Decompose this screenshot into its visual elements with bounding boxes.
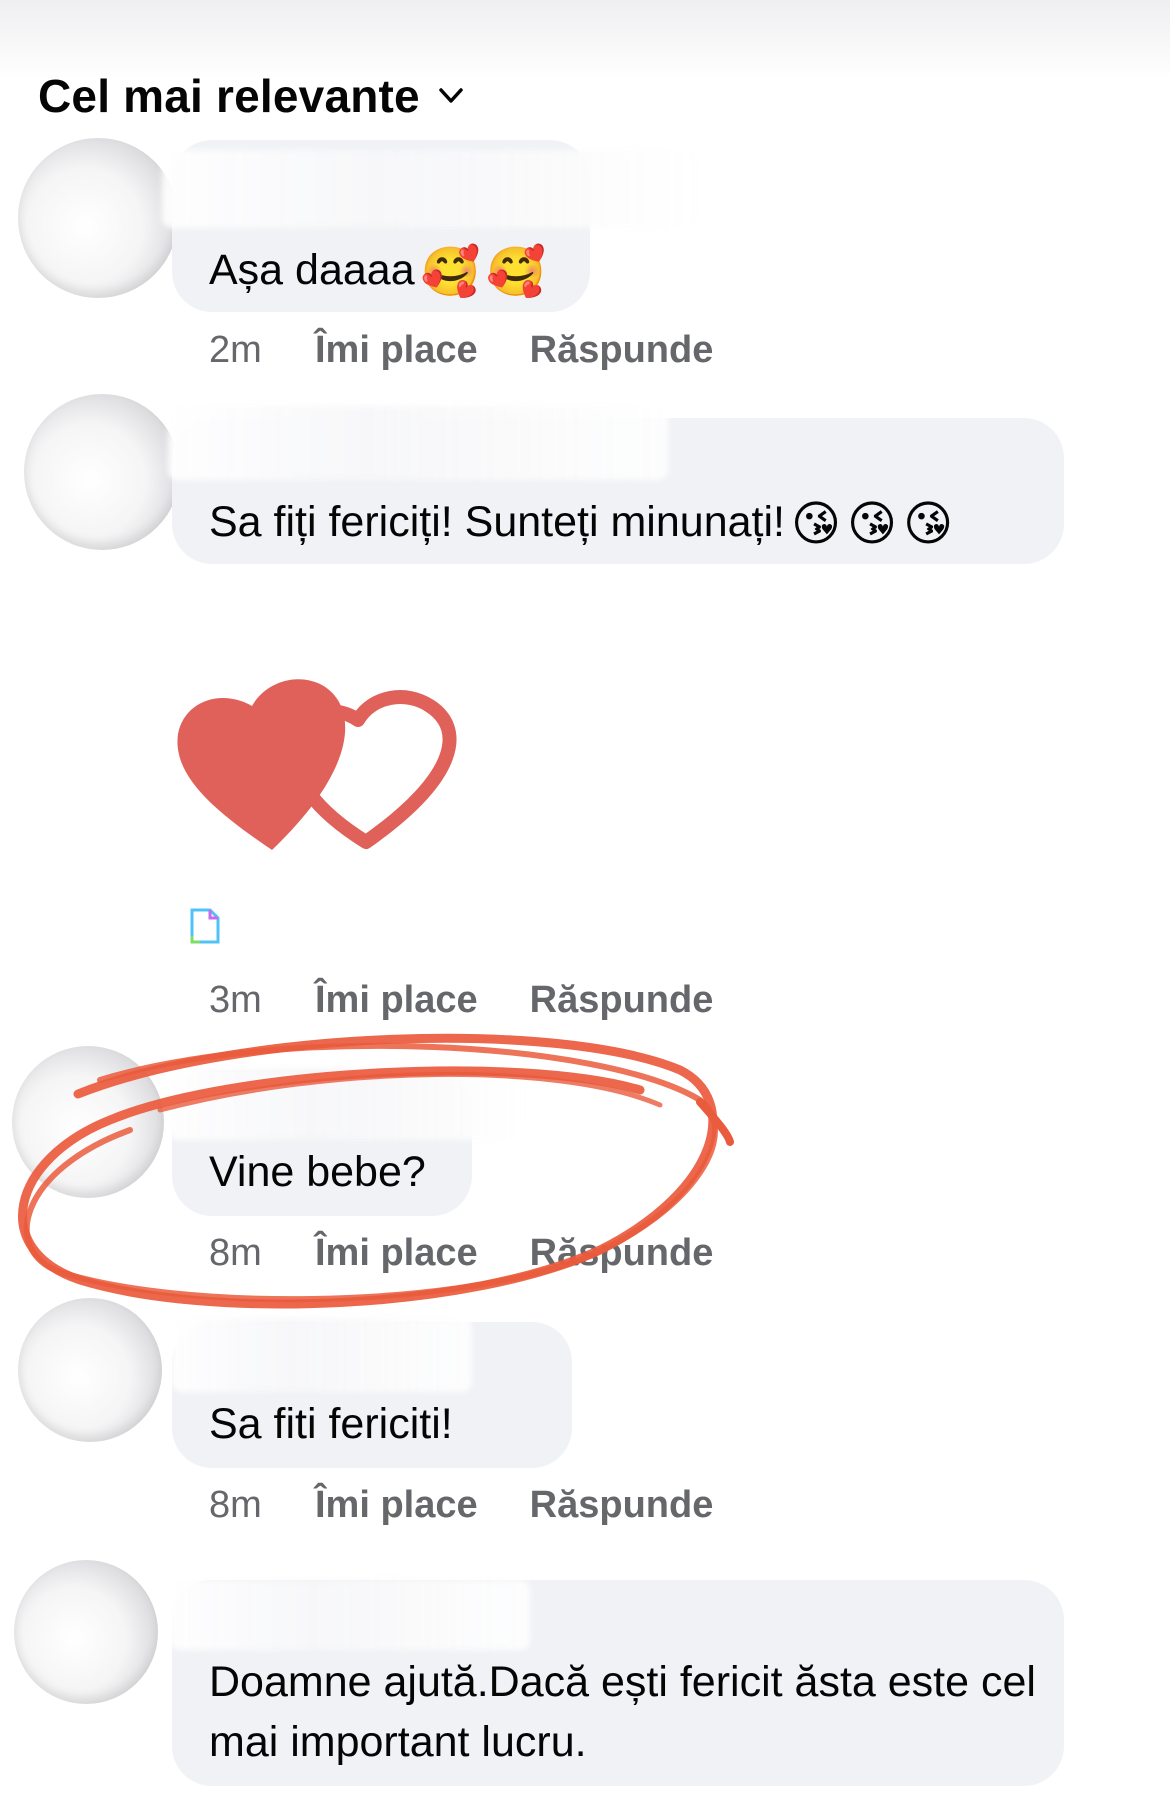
reply-button[interactable]: Răspunde — [530, 1484, 714, 1527]
author-name-redacted[interactable] — [162, 150, 702, 228]
comment-time: 3m — [209, 978, 262, 1021]
author-name-redacted[interactable] — [172, 1318, 472, 1392]
avatar[interactable] — [12, 1046, 164, 1198]
avatar[interactable] — [18, 1298, 162, 1442]
like-button[interactable]: Îmi place — [315, 1484, 478, 1527]
face-blowing-kiss-emoji: 😘 — [847, 498, 898, 551]
comment-body: Sa fiti fericiti! — [209, 1400, 453, 1448]
author-name-redacted[interactable] — [168, 1068, 528, 1140]
face-blowing-kiss-emoji: 😘 — [790, 498, 842, 551]
like-button[interactable]: Îmi place — [315, 329, 478, 372]
comment-text: Doamne ajută.Dacă ești fericit ăsta este… — [209, 1652, 1039, 1772]
hearts-sticker[interactable] — [168, 672, 508, 862]
comment-body: Sa fiți fericiți! Sunteți minunați! — [209, 498, 785, 546]
smiling-face-hearts-emoji: 🥰 — [420, 246, 481, 299]
sort-dropdown[interactable]: Cel mai relevante — [38, 66, 464, 126]
comment-body: Așa daaaa — [209, 246, 415, 294]
comment-text: Vine bebe? — [209, 1142, 426, 1202]
comment-actions: 8m Îmi place Răspunde — [209, 1228, 713, 1278]
avatar[interactable] — [18, 138, 178, 298]
comment-body: Doamne ajută.Dacă ești fericit ăsta este… — [209, 1658, 1036, 1766]
comment-body: Vine bebe? — [209, 1148, 426, 1196]
reply-button[interactable]: Răspunde — [530, 979, 714, 1022]
avatar[interactable] — [14, 1560, 158, 1704]
author-name-redacted[interactable] — [168, 406, 668, 480]
smiling-face-hearts-emoji: 🥰 — [486, 246, 547, 299]
comment-text: Sa fiti fericiti! — [209, 1394, 453, 1454]
comment-time: 8m — [209, 1231, 262, 1274]
comment-actions: 2m Îmi place Răspunde — [209, 325, 713, 375]
reply-button[interactable]: Răspunde — [530, 329, 714, 372]
comment-time: 8m — [209, 1483, 262, 1526]
reply-button[interactable]: Răspunde — [530, 1232, 714, 1275]
comment-actions: 8m Îmi place Răspunde — [209, 1480, 713, 1530]
sort-label: Cel mai relevante — [38, 70, 420, 122]
comment-time: 2m — [209, 328, 262, 371]
author-name-redacted[interactable] — [170, 1580, 530, 1650]
like-button[interactable]: Îmi place — [315, 1232, 478, 1275]
chevron-down-icon — [439, 88, 463, 103]
like-button[interactable]: Îmi place — [315, 979, 478, 1022]
comment-text: Așa daaaa 🥰 🥰 — [209, 240, 546, 303]
face-blowing-kiss-emoji: 😘 — [903, 498, 954, 551]
document-icon — [190, 908, 220, 944]
comment-actions: 3m Îmi place Răspunde — [209, 975, 713, 1025]
comment-text: Sa fiți fericiți! Sunteți minunați! 😘 😘 😘 — [209, 492, 953, 555]
avatar[interactable] — [24, 394, 180, 550]
